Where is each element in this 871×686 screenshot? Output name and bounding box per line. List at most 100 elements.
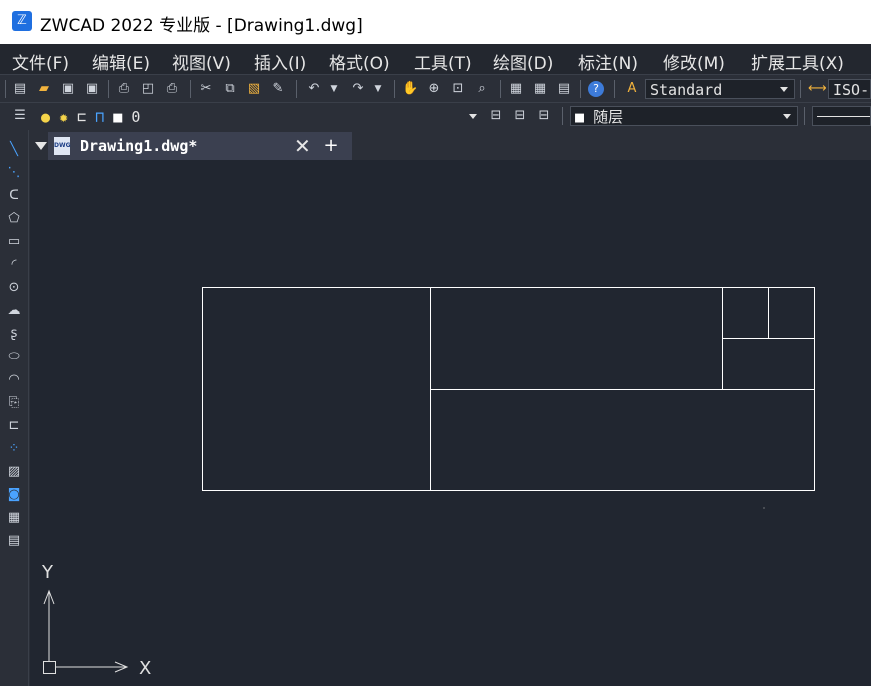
ellipse-icon[interactable]: ⬭ — [6, 349, 22, 365]
drawing-svg: Y X — [41, 287, 815, 679]
menu-view[interactable]: 视图(V) — [172, 49, 231, 74]
save-icon[interactable]: ▣ — [60, 81, 76, 97]
menu-file[interactable]: 文件(F) — [12, 49, 69, 74]
tool-palettes-icon[interactable]: ▤ — [556, 81, 572, 97]
layer-states-icon[interactable]: ⊟ — [536, 108, 552, 124]
layer-color-swatch-icon: ■ — [113, 108, 123, 126]
menu-edit[interactable]: 编辑(E) — [92, 49, 150, 74]
open-folder-icon[interactable]: ▰ — [36, 81, 52, 97]
separator — [108, 80, 109, 98]
undo-icon[interactable]: ↶ — [306, 81, 322, 97]
plot-icon[interactable]: ⎙ — [164, 81, 180, 97]
layers-toolbar: ☰ ● ✹ ⊏ ⊓ ■ 0 ⊟ ⊟ ⊟ ■ 随层 — [0, 102, 871, 130]
chevron-down-icon — [780, 87, 788, 92]
tab-drawing1[interactable]: DWG Drawing1.dwg* ✕ — [48, 132, 336, 160]
color-value: 随层 — [593, 108, 624, 126]
stray-point — [763, 507, 765, 509]
separator — [500, 80, 501, 98]
zoom-previous-icon[interactable]: ⌕ — [474, 81, 490, 97]
point-icon[interactable]: ⁘ — [6, 441, 22, 457]
undo-dropdown-chevron-icon[interactable]: ▼ — [326, 81, 342, 97]
dimension-style-select[interactable]: ISO-25 — [828, 79, 871, 99]
hatch-icon[interactable]: ▨ — [6, 464, 22, 480]
region-icon[interactable]: ◙ — [6, 487, 22, 503]
print-preview-icon[interactable]: ◰ — [140, 81, 156, 97]
insert-block-icon[interactable]: ⎘ — [6, 395, 22, 411]
menu-format[interactable]: 格式(O) — [329, 49, 390, 74]
layer-thaw-sun-icon: ✹ — [59, 108, 69, 126]
separator — [562, 107, 563, 125]
toolbar-grip[interactable] — [5, 80, 6, 98]
layer-name-value: 0 — [131, 108, 141, 126]
ucs-x-label: X — [139, 658, 151, 679]
menu-modify[interactable]: 修改(M) — [663, 49, 725, 74]
separator — [296, 80, 297, 98]
linetype-preview — [817, 116, 870, 117]
polygon-icon[interactable]: ⬠ — [6, 211, 22, 227]
redo-icon[interactable]: ↷ — [350, 81, 366, 97]
spline-icon[interactable]: ʂ — [6, 326, 22, 342]
polyline-icon[interactable]: ᑕ — [6, 188, 22, 204]
menu-dimension[interactable]: 标注(N) — [578, 49, 638, 74]
separator — [190, 80, 191, 98]
arc-icon[interactable]: ◜ — [6, 257, 22, 273]
chevron-down-icon — [469, 114, 477, 119]
color-select[interactable]: ■ 随层 — [570, 106, 798, 126]
line-icon[interactable]: ╲ — [6, 142, 22, 158]
standard-toolbar: ▤ ▰ ▣ ▣ ⎙ ◰ ⎙ ✂ ⧉ ▧ ✎ ↶ ▼ ↷ ▼ ✋ ⊕ ⊡ ⌕ ▦ … — [0, 74, 871, 103]
menu-bar: 文件(F) 编辑(E) 视图(V) 插入(I) 格式(O) 工具(T) 绘图(D… — [0, 44, 871, 74]
ellipse-arc-icon[interactable]: ◠ — [6, 372, 22, 388]
zoom-realtime-icon[interactable]: ⊕ — [426, 81, 442, 97]
multiline-text-icon[interactable]: ▤ — [6, 533, 22, 549]
construction-line-icon[interactable]: ⋱ — [6, 165, 22, 181]
ucs-origin-box — [43, 661, 56, 674]
rectangle-icon[interactable]: ▭ — [6, 234, 22, 250]
print-icon[interactable]: ⎙ — [116, 81, 132, 97]
match-properties-icon[interactable]: ✎ — [270, 81, 286, 97]
menu-insert[interactable]: 插入(I) — [254, 49, 306, 74]
help-icon[interactable]: ? — [588, 81, 604, 97]
table-icon[interactable]: ▦ — [6, 510, 22, 526]
cut-icon[interactable]: ✂ — [198, 81, 214, 97]
layer-select[interactable]: ● ✹ ⊏ ⊓ ■ 0 — [36, 106, 484, 126]
paste-icon[interactable]: ▧ — [246, 81, 262, 97]
design-center-icon[interactable]: ▦ — [532, 81, 548, 97]
text-style-value: Standard — [650, 81, 723, 99]
drawing-canvas[interactable]: Y X — [30, 160, 871, 686]
new-file-icon[interactable]: ▤ — [12, 81, 28, 97]
layer-previous-icon[interactable]: ⊟ — [512, 108, 528, 124]
layer-unlock-icon: ⊓ — [95, 108, 105, 126]
separator — [394, 80, 395, 98]
menu-draw[interactable]: 绘图(D) — [493, 49, 553, 74]
menu-extension-tools[interactable]: 扩展工具(X) — [751, 49, 844, 74]
pan-hand-icon[interactable]: ✋ — [402, 81, 418, 97]
copy-icon[interactable]: ⧉ — [222, 81, 238, 97]
tab-list-chevron-down-icon[interactable] — [35, 142, 47, 150]
properties-icon[interactable]: ▦ — [508, 81, 524, 97]
menu-tools[interactable]: 工具(T) — [414, 49, 472, 74]
close-icon[interactable]: ✕ — [294, 134, 311, 158]
separator — [614, 80, 615, 98]
save-as-icon[interactable]: ▣ — [84, 81, 100, 97]
zoom-window-icon[interactable]: ⊡ — [450, 81, 466, 97]
window-title: ZWCAD 2022 专业版 - [Drawing1.dwg] — [40, 16, 363, 36]
drawing-geometry — [202, 287, 815, 491]
circle-icon[interactable]: ⊙ — [6, 280, 22, 296]
separator — [800, 80, 801, 98]
linetype-select[interactable] — [812, 106, 871, 126]
separator — [804, 107, 805, 125]
revision-cloud-icon[interactable]: ☁ — [6, 303, 22, 319]
ucs-icon — [43, 589, 129, 674]
layer-viewport-icon: ⊏ — [77, 108, 87, 126]
redo-dropdown-chevron-icon[interactable]: ▼ — [370, 81, 386, 97]
separator — [580, 80, 581, 98]
document-tab-bar: DWG Drawing1.dwg* ✕ + — [30, 130, 871, 160]
dimension-style-icon: ⟷ — [808, 81, 827, 96]
layer-manager-icon[interactable]: ☰ — [12, 108, 28, 124]
make-current-layer-icon[interactable]: ⊟ — [488, 108, 504, 124]
new-tab-button[interactable]: + — [310, 132, 352, 160]
make-block-icon[interactable]: ⊏ — [6, 418, 22, 434]
chevron-down-icon — [783, 114, 791, 119]
text-style-select[interactable]: Standard — [645, 79, 795, 99]
ucs-y-label: Y — [41, 562, 54, 583]
